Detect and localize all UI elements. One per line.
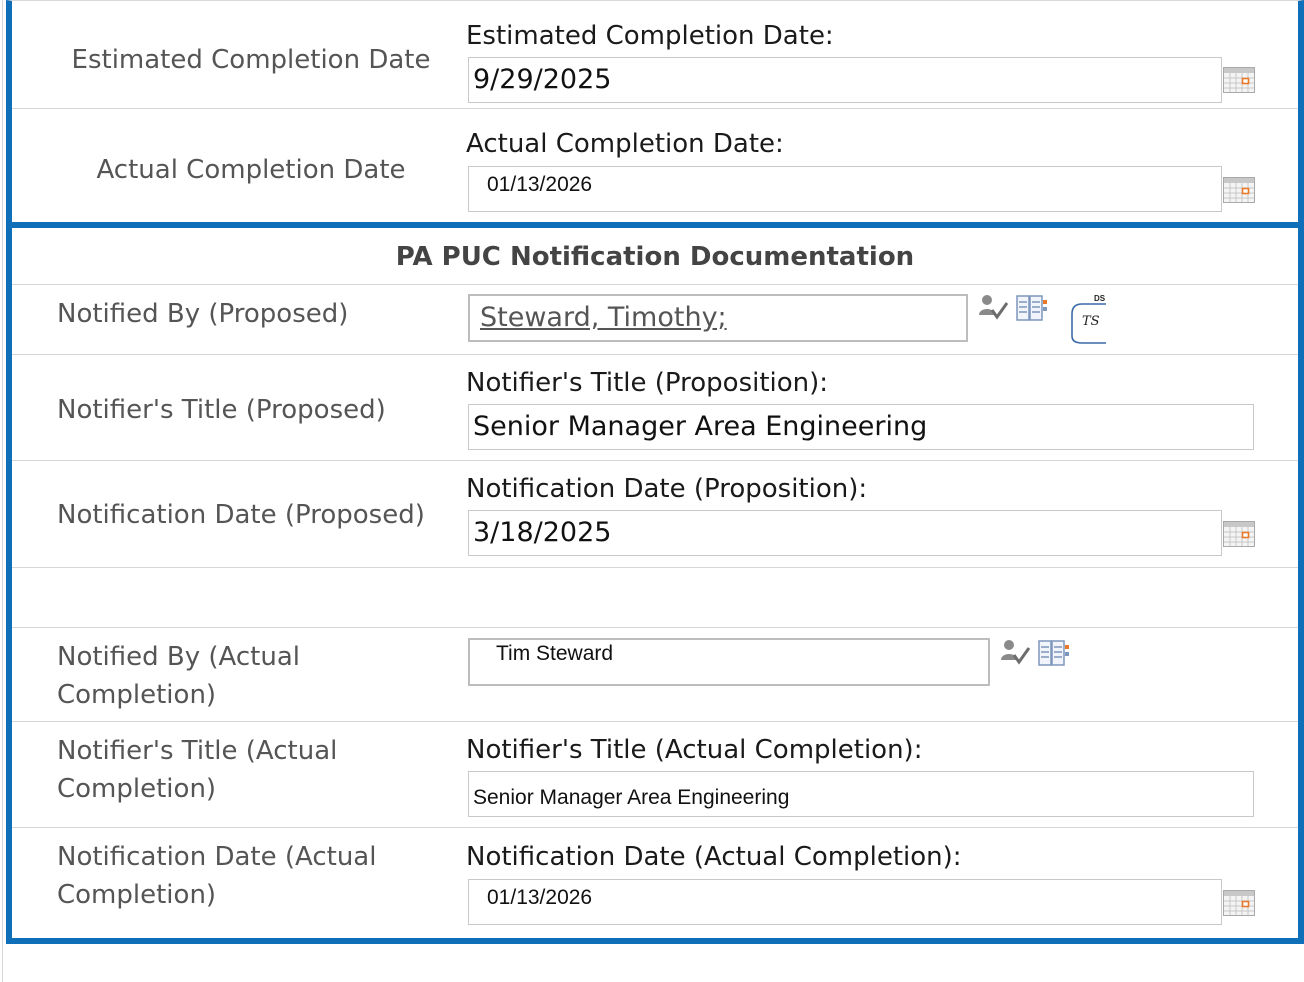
notification-date-actual-label-line2: Completion) <box>57 880 217 910</box>
completion-dates-section: Estimated Completion Date Estimated Comp… <box>6 0 1304 222</box>
notified-by-actual-people-picker[interactable]: Tim Steward <box>468 638 990 686</box>
notification-date-actual-field-label: Notification Date (Actual Completion): <box>466 842 962 872</box>
notifier-title-proposed-row: Notifier's Title (Proposed) Notifier's T… <box>12 355 1298 461</box>
notified-by-actual-row: Notified By (Actual Completion) Tim Stew… <box>12 628 1298 722</box>
page-left-rule <box>2 0 3 982</box>
notification-date-actual-input[interactable]: 01/13/2026 <box>468 879 1222 925</box>
calendar-icon[interactable] <box>1223 67 1255 93</box>
notified-by-proposed-label: Notified By (Proposed) <box>57 299 349 329</box>
calendar-icon[interactable] <box>1223 521 1255 547</box>
docusign-badge: DS TS <box>1068 294 1110 344</box>
notifier-title-actual-row: Notifier's Title (Actual Completion) Not… <box>12 722 1298 828</box>
notified-by-proposed-row: Notified By (Proposed) Steward, Timothy;… <box>12 285 1298 355</box>
notification-date-actual-label-line1: Notification Date (Actual <box>57 842 377 872</box>
notified-by-actual-label: Notified By (Actual Completion) <box>57 638 300 714</box>
calendar-icon[interactable] <box>1223 890 1255 916</box>
notification-documentation-section: PA PUC Notification Documentation Notifi… <box>6 222 1304 944</box>
estimated-completion-row-label: Estimated Completion Date <box>71 45 431 75</box>
notification-date-actual-row: Notification Date (Actual Completion) No… <box>12 828 1298 938</box>
actual-completion-date-input[interactable]: 01/13/2026 <box>468 166 1222 212</box>
notifier-title-actual-input[interactable]: Senior Manager Area Engineering <box>468 771 1254 817</box>
notifier-title-proposed-label: Notifier's Title (Proposed) <box>57 395 386 425</box>
notified-by-proposed-people-picker[interactable]: Steward, Timothy; <box>468 294 968 342</box>
notifier-title-actual-label-line1: Notifier's Title (Actual <box>57 736 338 766</box>
notifier-title-proposed-field-label: Notifier's Title (Proposition): <box>466 368 829 398</box>
notification-date-actual-label: Notification Date (Actual Completion) <box>57 838 376 914</box>
section-title-row: PA PUC Notification Documentation <box>12 228 1298 285</box>
actual-completion-row: Actual Completion Date Actual Completion… <box>12 109 1298 222</box>
notified-by-actual-label-line2: Completion) <box>57 680 217 710</box>
estimated-completion-date-input[interactable]: 9/29/2025 <box>468 57 1222 103</box>
notification-date-proposed-input[interactable]: 3/18/2025 <box>468 510 1222 556</box>
notifier-title-actual-label: Notifier's Title (Actual Completion) <box>57 732 337 808</box>
notifier-title-proposed-input[interactable]: Senior Manager Area Engineering <box>468 404 1254 450</box>
address-book-icon[interactable] <box>1016 295 1048 323</box>
notifier-title-actual-label-line2: Completion) <box>57 774 217 804</box>
notified-by-actual-label-line1: Notified By (Actual <box>57 642 301 672</box>
spacer-row <box>12 568 1298 628</box>
signature-initials: TS <box>1082 314 1100 329</box>
notification-date-proposed-row: Notification Date (Proposed) Notificatio… <box>12 461 1298 568</box>
calendar-icon[interactable] <box>1223 177 1255 203</box>
notification-date-proposed-label: Notification Date (Proposed) <box>57 500 425 530</box>
address-book-icon[interactable] <box>1038 640 1070 668</box>
actual-completion-row-label: Actual Completion Date <box>96 155 406 185</box>
actual-completion-field-label: Actual Completion Date: <box>466 129 784 159</box>
estimated-completion-row: Estimated Completion Date Estimated Comp… <box>12 1 1298 109</box>
section-title: PA PUC Notification Documentation <box>395 242 915 272</box>
notification-date-proposed-field-label: Notification Date (Proposition): <box>466 474 868 504</box>
docusign-label: DS <box>1094 294 1106 303</box>
notifier-title-actual-field-label: Notifier's Title (Actual Completion): <box>466 735 923 765</box>
check-names-icon[interactable] <box>999 638 1031 666</box>
check-names-icon[interactable] <box>977 293 1009 321</box>
estimated-completion-field-label: Estimated Completion Date: <box>466 21 834 51</box>
